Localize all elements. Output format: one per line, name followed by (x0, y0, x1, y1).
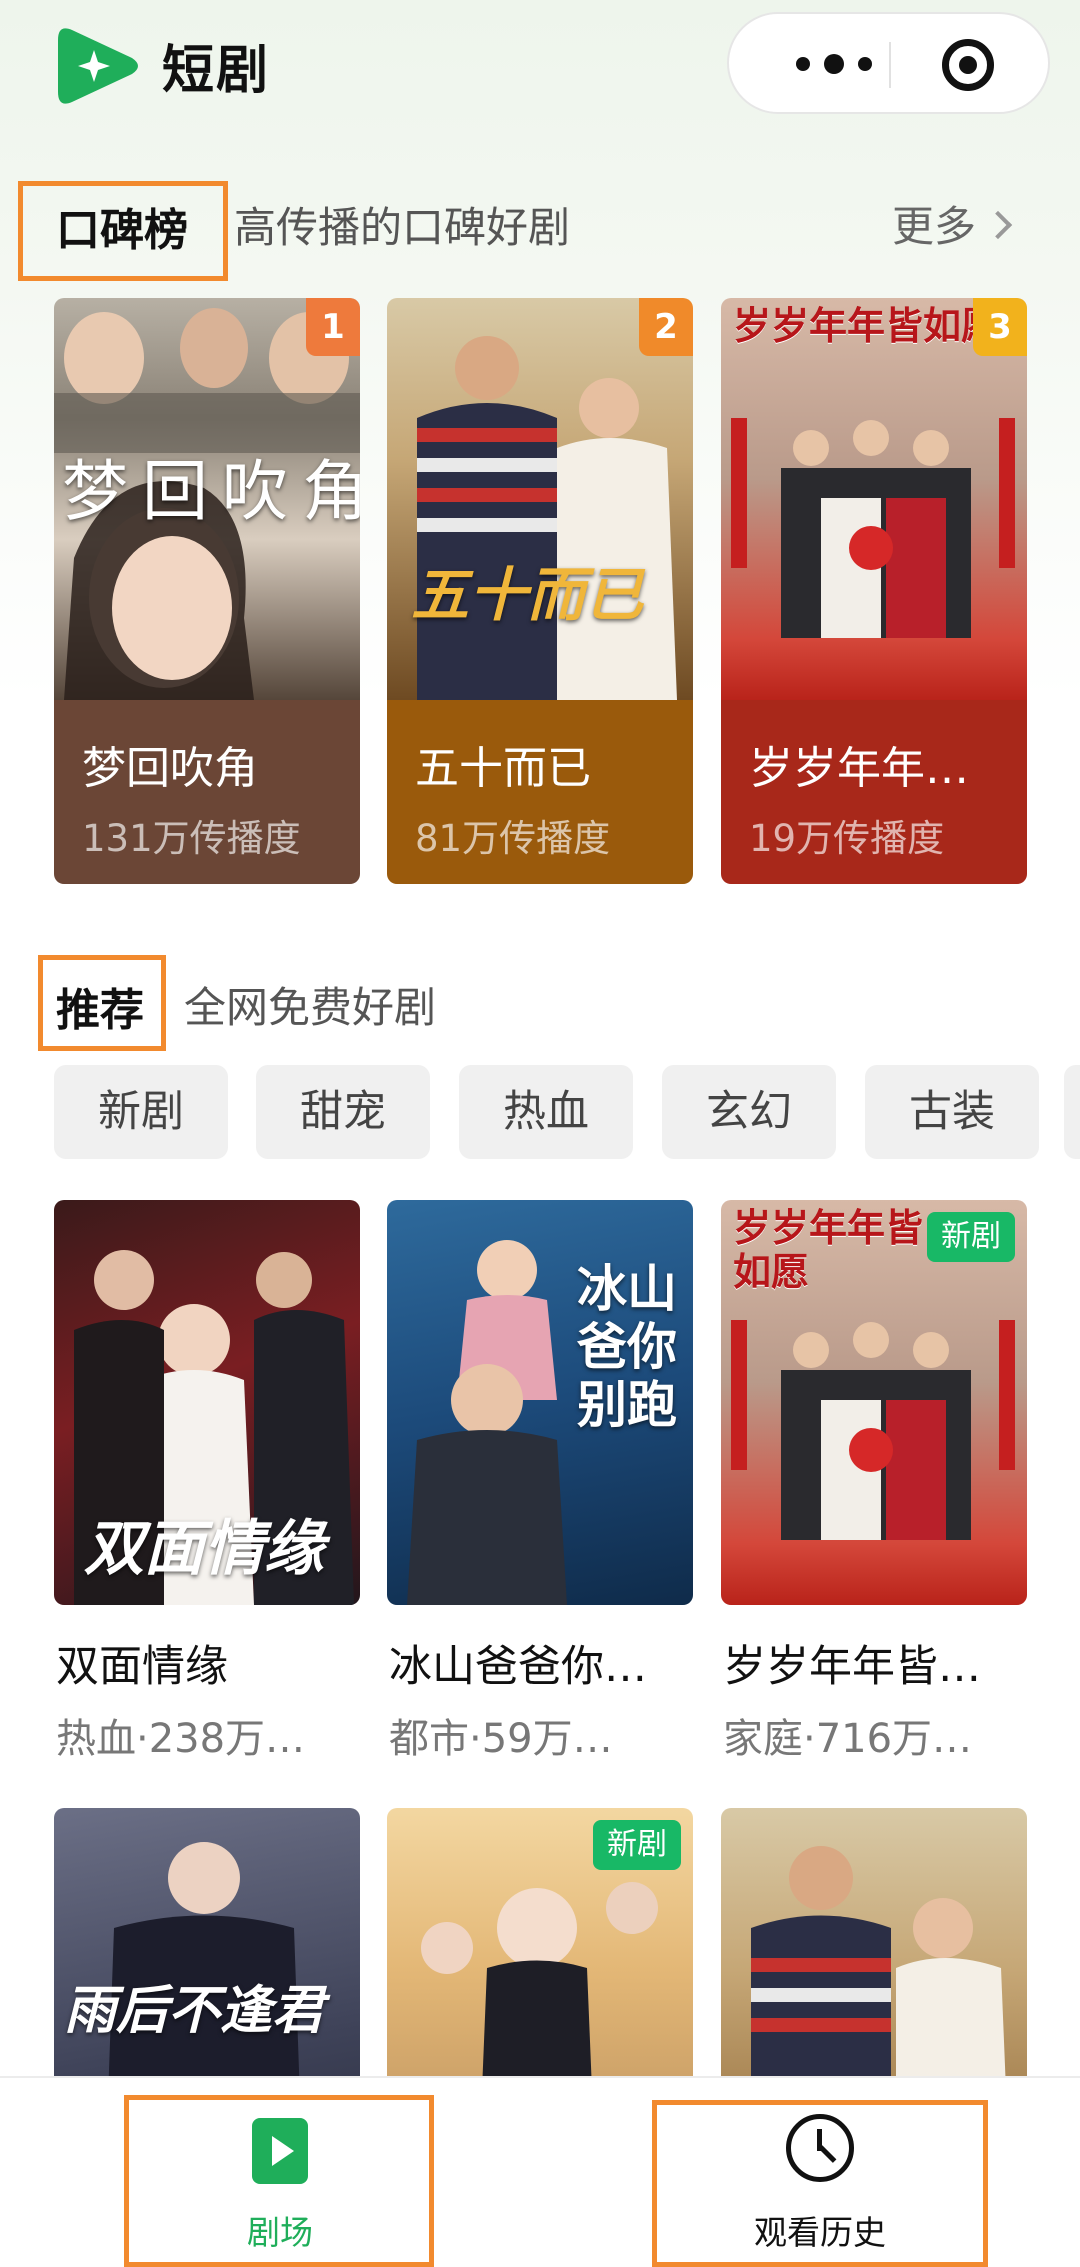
poster-image: 梦回吹角 (54, 298, 360, 700)
poster-art (731, 418, 1015, 638)
bottom-tab-bar: 剧场 观看历史 (0, 2076, 1080, 2267)
rank-card-footer: 五十而已 81万传播度 (387, 700, 693, 884)
tab-theater[interactable]: 剧场 (130, 2098, 430, 2252)
more-dots-icon[interactable] (769, 14, 899, 114)
target-close-icon[interactable] (942, 39, 994, 91)
drama-name: 五十而已 (415, 743, 591, 794)
drama-meta: 热血·238万… (56, 1716, 306, 1762)
clock-icon (786, 2114, 854, 2182)
more-label: 更多 (892, 202, 977, 251)
heat-value: 19万传播度 (749, 817, 945, 860)
poster-art (417, 336, 677, 700)
tab-label: 观看历史 (754, 2213, 886, 2252)
chip-fantasy[interactable]: 玄幻 (662, 1065, 836, 1159)
rank-card-footer: 梦回吹角 131万传播度 (54, 700, 360, 884)
poster-title: 冰山爸你别跑 (577, 1260, 677, 1434)
ranking-more-link[interactable]: 更多 (892, 193, 1013, 254)
poster-title: 雨后不逢君 (64, 1981, 325, 2041)
rank-badge: 3 (973, 298, 1027, 356)
play-star-logo (58, 28, 138, 104)
drama-name: 岁岁年年… (749, 743, 969, 794)
tab-watch-history[interactable]: 观看历史 (660, 2098, 980, 2252)
new-tag: 新剧 (927, 1212, 1015, 1262)
header: 短剧 (0, 0, 1080, 140)
chip-more-partial[interactable] (1064, 1065, 1080, 1159)
chip-costume[interactable]: 古装 (865, 1065, 1039, 1159)
heat-value: 131万传播度 (82, 817, 301, 860)
poster-image: 岁岁年年皆如愿 (721, 298, 1027, 700)
drama-name: 岁岁年年皆… (723, 1642, 981, 1692)
chip-hot-blood[interactable]: 热血 (459, 1065, 633, 1159)
drama-meta: 都市·59万… (389, 1716, 613, 1762)
drama-name: 梦回吹角 (82, 743, 258, 794)
rank-card-2[interactable]: 五十而已 五十而已 81万传播度 2 (387, 298, 693, 884)
recommend-title: 推荐 (56, 985, 144, 1036)
app-title: 短剧 (162, 41, 271, 101)
chip-sweet[interactable]: 甜宠 (256, 1065, 430, 1159)
heat-value: 81万传播度 (415, 817, 611, 860)
new-tag: 新剧 (593, 1820, 681, 1870)
drama-meta: 家庭·716万… (723, 1716, 973, 1762)
poster-image: 五十而已 (387, 298, 693, 700)
rank-badge: 1 (306, 298, 360, 356)
chip-new[interactable]: 新剧 (54, 1065, 228, 1159)
ranking-subtitle: 高传播的口碑好剧 (234, 203, 571, 252)
poster-image: 冰山爸你别跑 (387, 1200, 693, 1605)
drama-name: 双面情缘 (56, 1642, 228, 1692)
chevron-right-icon (983, 210, 1013, 240)
rank-card-1[interactable]: 梦回吹角 梦回吹角 131万传播度 1 (54, 298, 360, 884)
ranking-title: 口碑榜 (56, 205, 188, 256)
drama-name: 冰山爸爸你… (389, 1642, 647, 1692)
poster-image: 岁岁年年皆如愿 新剧 (721, 1200, 1027, 1605)
play-icon (252, 2118, 308, 2184)
capsule-divider (889, 42, 891, 88)
rank-badge: 2 (639, 298, 693, 356)
poster-title: 五十而已 (411, 561, 644, 629)
tab-label: 剧场 (247, 2213, 313, 2252)
mini-program-capsule (727, 12, 1050, 114)
recommend-subtitle: 全网免费好剧 (184, 983, 437, 1032)
rank-card-footer: 岁岁年年… 19万传播度 (721, 700, 1027, 884)
poster-title: 梦回吹角 (62, 453, 360, 530)
rank-card-3[interactable]: 岁岁年年皆如愿 岁岁年年… 19万传播度 3 (721, 298, 1027, 884)
poster-title: 岁岁年年皆如愿 (733, 1206, 924, 1294)
poster-image: 双面情缘 (54, 1200, 360, 1605)
poster-title: 双面情缘 (84, 1514, 324, 1584)
